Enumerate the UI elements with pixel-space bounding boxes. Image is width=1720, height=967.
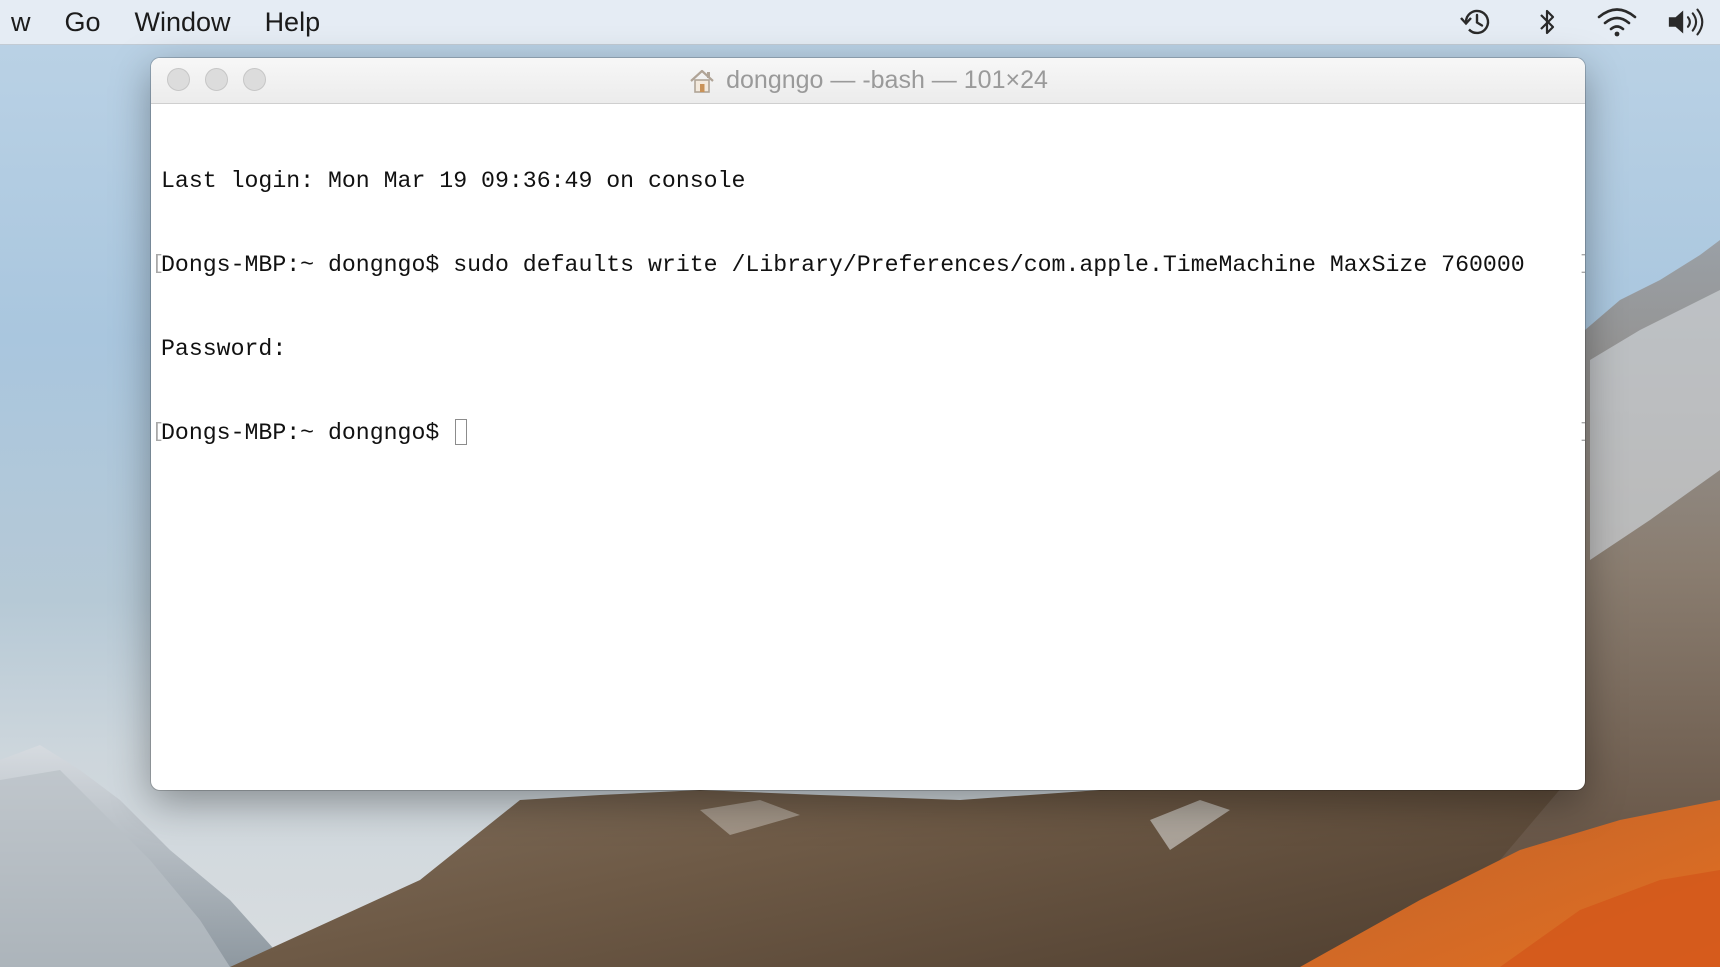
terminal-prompt-line: [Dongs-MBP:~ dongngo$ ] (152, 419, 1585, 447)
bluetooth-icon[interactable] (1526, 5, 1568, 39)
menu-bar: w Go Window Help (0, 0, 1720, 45)
terminal-line: Password: (161, 336, 287, 362)
window-title: dongngo — -bash — 101×24 (726, 66, 1048, 94)
title-bar[interactable]: dongngo — -bash — 101×24 (151, 58, 1585, 104)
menu-item-window[interactable]: Window (118, 0, 248, 44)
menu-item-go[interactable]: Go (48, 0, 118, 44)
desktop: w Go Window Help dongngo — -bash — 101×2… (0, 0, 1720, 967)
line-mark-left: [ (152, 253, 165, 276)
text-cursor (455, 419, 468, 445)
volume-icon[interactable] (1666, 5, 1708, 39)
terminal-line: Last login: Mon Mar 19 09:36:49 on conso… (161, 168, 746, 194)
line-mark-right: ] (1579, 251, 1585, 279)
menu-item-help[interactable]: Help (248, 0, 338, 44)
terminal-output[interactable]: Last login: Mon Mar 19 09:36:49 on conso… (151, 104, 1585, 503)
line-mark-right: ] (1579, 419, 1585, 447)
menu-items: w Go Window Help (0, 0, 337, 44)
line-mark-left: [ (152, 421, 165, 444)
wifi-icon[interactable] (1596, 5, 1638, 39)
status-icons (1456, 0, 1708, 44)
window-title-group: dongngo — -bash — 101×24 (151, 58, 1585, 103)
time-machine-icon[interactable] (1456, 5, 1498, 39)
terminal-line: [Dongs-MBP:~ dongngo$ sudo defaults writ… (152, 251, 1585, 279)
home-icon (688, 67, 716, 95)
menu-item-view[interactable]: w (0, 0, 48, 44)
terminal-window: dongngo — -bash — 101×24 Last login: Mon… (151, 58, 1585, 790)
